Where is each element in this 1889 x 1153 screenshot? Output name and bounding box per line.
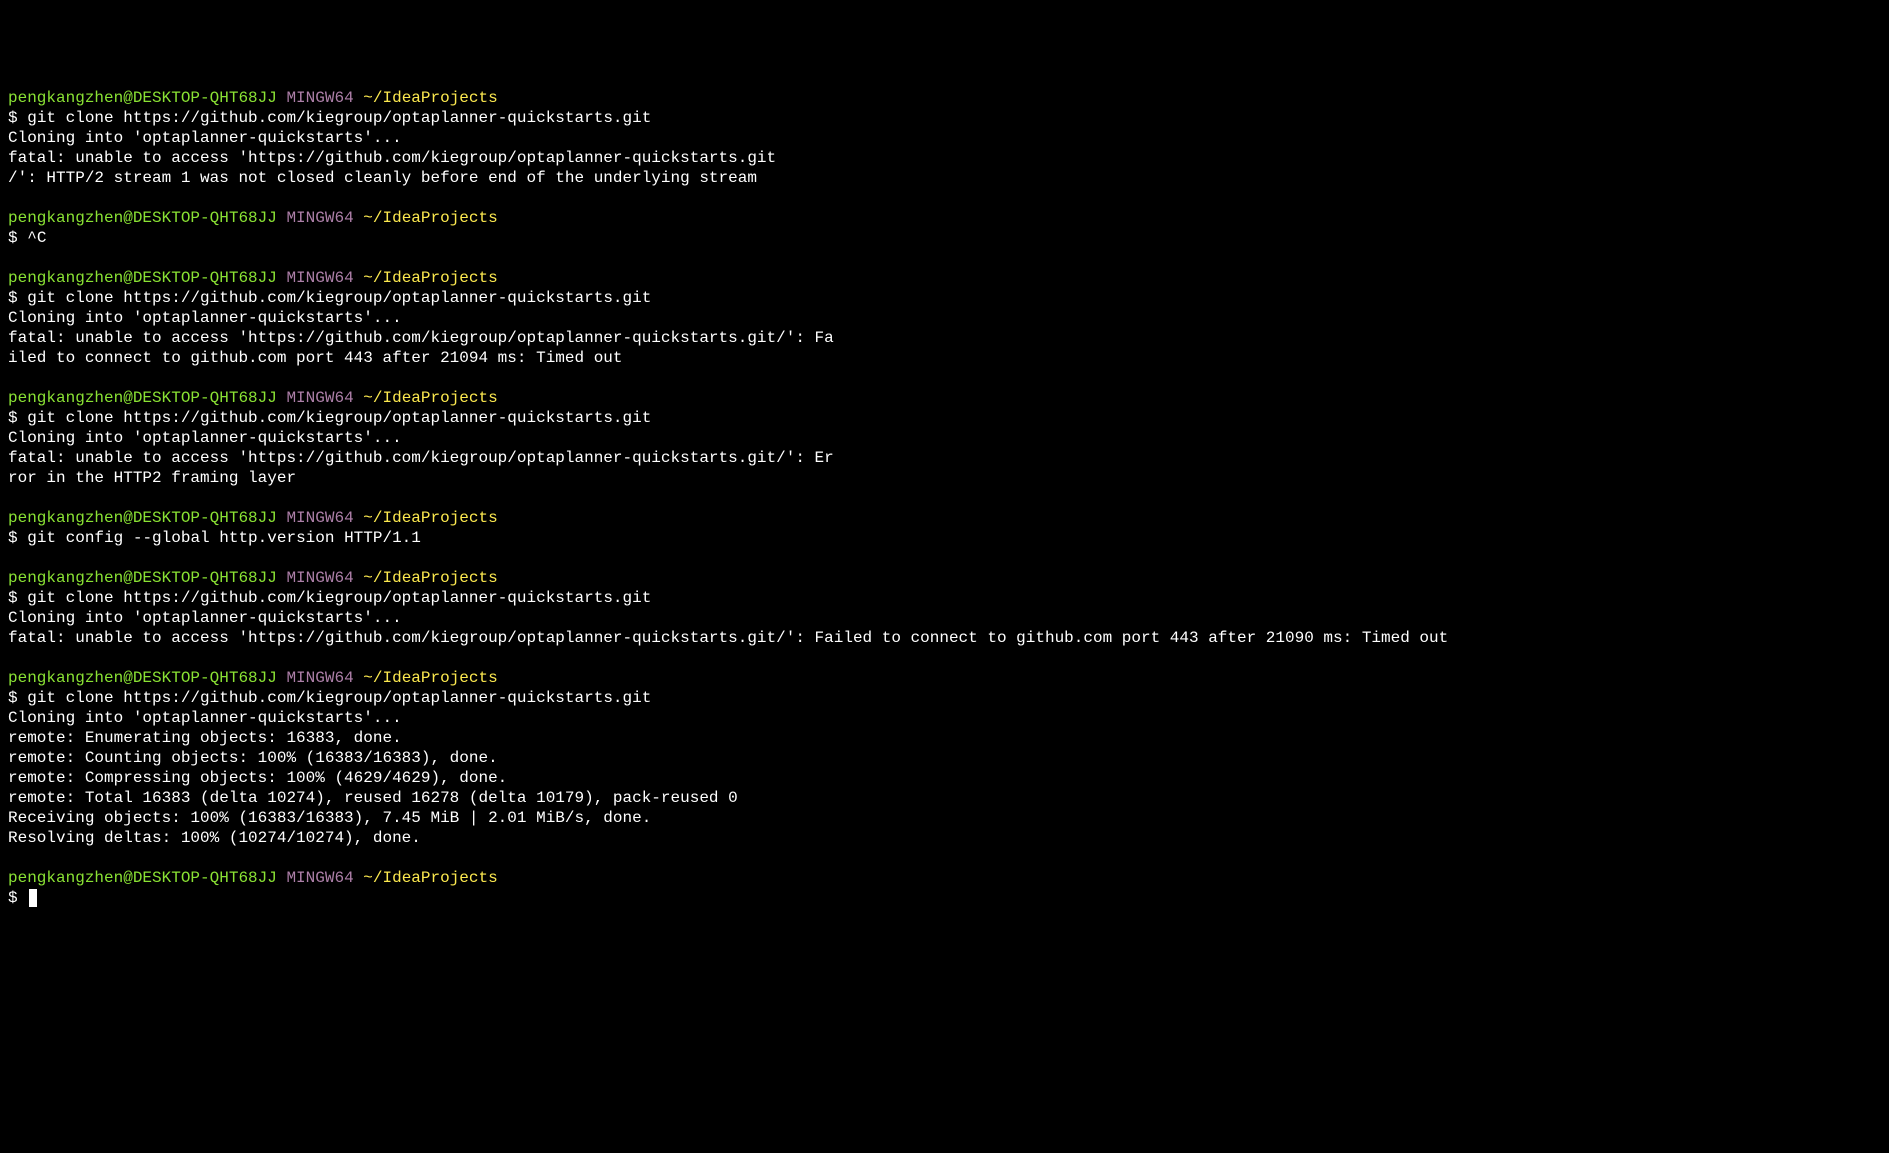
prompt-path: ~/IdeaProjects [363, 569, 497, 587]
prompt-line: pengkangzhen@DESKTOP-QHT68JJ MINGW64 ~/I… [8, 88, 1881, 108]
prompt-mingw: MINGW64 [286, 269, 353, 287]
prompt-line: pengkangzhen@DESKTOP-QHT68JJ MINGW64 ~/I… [8, 668, 1881, 688]
prompt-mingw: MINGW64 [286, 669, 353, 687]
prompt-line: pengkangzhen@DESKTOP-QHT68JJ MINGW64 ~/I… [8, 568, 1881, 588]
command-line: $ ^C [8, 228, 1881, 248]
output-line: Cloning into 'optaplanner-quickstarts'..… [8, 128, 1881, 148]
output-line: Cloning into 'optaplanner-quickstarts'..… [8, 608, 1881, 628]
prompt-user-host: pengkangzhen@DESKTOP-QHT68JJ [8, 509, 277, 527]
prompt-user-host: pengkangzhen@DESKTOP-QHT68JJ [8, 669, 277, 687]
terminal-output[interactable]: pengkangzhen@DESKTOP-QHT68JJ MINGW64 ~/I… [8, 88, 1881, 908]
output-line: remote: Enumerating objects: 16383, done… [8, 728, 1881, 748]
command-text: git clone https://github.com/kiegroup/op… [27, 689, 651, 707]
output-line: remote: Compressing objects: 100% (4629/… [8, 768, 1881, 788]
output-line: iled to connect to github.com port 443 a… [8, 348, 1881, 368]
blank-line [8, 248, 1881, 268]
prompt-path: ~/IdeaProjects [363, 669, 497, 687]
prompt-mingw: MINGW64 [286, 569, 353, 587]
command-line: $ git clone https://github.com/kiegroup/… [8, 108, 1881, 128]
command-text: git clone https://github.com/kiegroup/op… [27, 289, 651, 307]
command-text: git config --global http.version HTTP/1.… [27, 529, 421, 547]
blank-line [8, 188, 1881, 208]
blank-line [8, 648, 1881, 668]
output-line: /': HTTP/2 stream 1 was not closed clean… [8, 168, 1881, 188]
output-line: fatal: unable to access 'https://github.… [8, 148, 1881, 168]
prompt-user-host: pengkangzhen@DESKTOP-QHT68JJ [8, 269, 277, 287]
output-line: Receiving objects: 100% (16383/16383), 7… [8, 808, 1881, 828]
prompt-path: ~/IdeaProjects [363, 869, 497, 887]
prompt-path: ~/IdeaProjects [363, 389, 497, 407]
blank-line [8, 368, 1881, 388]
prompt-symbol: $ [8, 589, 18, 607]
current-input-line[interactable]: $ [8, 888, 1881, 908]
prompt-mingw: MINGW64 [286, 89, 353, 107]
prompt-line: pengkangzhen@DESKTOP-QHT68JJ MINGW64 ~/I… [8, 868, 1881, 888]
prompt-path: ~/IdeaProjects [363, 89, 497, 107]
blank-line [8, 548, 1881, 568]
blank-line [8, 848, 1881, 868]
prompt-symbol: $ [8, 289, 18, 307]
prompt-line: pengkangzhen@DESKTOP-QHT68JJ MINGW64 ~/I… [8, 208, 1881, 228]
command-text: ^C [27, 229, 46, 247]
command-line: $ git clone https://github.com/kiegroup/… [8, 288, 1881, 308]
prompt-symbol: $ [8, 529, 18, 547]
command-text: git clone https://github.com/kiegroup/op… [27, 109, 651, 127]
cursor [29, 889, 37, 907]
prompt-path: ~/IdeaProjects [363, 209, 497, 227]
prompt-line: pengkangzhen@DESKTOP-QHT68JJ MINGW64 ~/I… [8, 388, 1881, 408]
output-line: Cloning into 'optaplanner-quickstarts'..… [8, 308, 1881, 328]
prompt-path: ~/IdeaProjects [363, 269, 497, 287]
output-line: Resolving deltas: 100% (10274/10274), do… [8, 828, 1881, 848]
blank-line [8, 488, 1881, 508]
command-line: $ git clone https://github.com/kiegroup/… [8, 688, 1881, 708]
output-line: Cloning into 'optaplanner-quickstarts'..… [8, 708, 1881, 728]
output-line: Cloning into 'optaplanner-quickstarts'..… [8, 428, 1881, 448]
prompt-mingw: MINGW64 [286, 869, 353, 887]
prompt-user-host: pengkangzhen@DESKTOP-QHT68JJ [8, 89, 277, 107]
prompt-line: pengkangzhen@DESKTOP-QHT68JJ MINGW64 ~/I… [8, 268, 1881, 288]
prompt-user-host: pengkangzhen@DESKTOP-QHT68JJ [8, 209, 277, 227]
prompt-path: ~/IdeaProjects [363, 509, 497, 527]
command-line: $ git clone https://github.com/kiegroup/… [8, 588, 1881, 608]
prompt-user-host: pengkangzhen@DESKTOP-QHT68JJ [8, 869, 277, 887]
prompt-user-host: pengkangzhen@DESKTOP-QHT68JJ [8, 569, 277, 587]
prompt-user-host: pengkangzhen@DESKTOP-QHT68JJ [8, 389, 277, 407]
command-line: $ git clone https://github.com/kiegroup/… [8, 408, 1881, 428]
prompt-symbol: $ [8, 409, 18, 427]
output-line: remote: Total 16383 (delta 10274), reuse… [8, 788, 1881, 808]
prompt-line: pengkangzhen@DESKTOP-QHT68JJ MINGW64 ~/I… [8, 508, 1881, 528]
command-line: $ git config --global http.version HTTP/… [8, 528, 1881, 548]
output-line: ror in the HTTP2 framing layer [8, 468, 1881, 488]
prompt-mingw: MINGW64 [286, 509, 353, 527]
output-line: fatal: unable to access 'https://github.… [8, 628, 1881, 648]
prompt-symbol: $ [8, 689, 18, 707]
prompt-symbol: $ [8, 229, 18, 247]
prompt-mingw: MINGW64 [286, 209, 353, 227]
command-text: git clone https://github.com/kiegroup/op… [27, 409, 651, 427]
output-line: fatal: unable to access 'https://github.… [8, 328, 1881, 348]
command-text: git clone https://github.com/kiegroup/op… [27, 589, 651, 607]
output-line: fatal: unable to access 'https://github.… [8, 448, 1881, 468]
output-line: remote: Counting objects: 100% (16383/16… [8, 748, 1881, 768]
prompt-symbol: $ [8, 889, 18, 907]
prompt-symbol: $ [8, 109, 18, 127]
prompt-mingw: MINGW64 [286, 389, 353, 407]
